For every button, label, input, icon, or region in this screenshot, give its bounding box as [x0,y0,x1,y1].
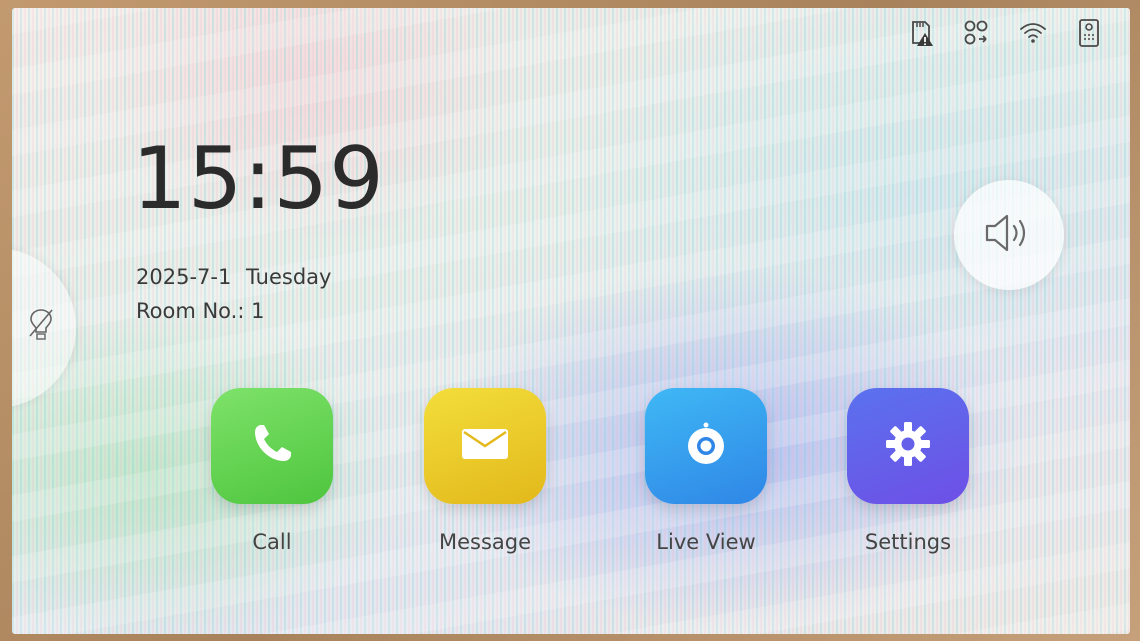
app-grid: Call Message Live View Settings [12,388,1130,588]
message-app[interactable]: Message [405,388,565,554]
envelope-icon [459,424,511,468]
live-view-app[interactable]: Live View [626,388,786,554]
call-app-tile[interactable] [211,388,333,504]
live-view-app-tile[interactable] [645,388,767,504]
call-app[interactable]: Call [192,388,352,554]
do-not-disturb-icon[interactable] [26,306,56,342]
date-text: 2025-7-1 [136,265,232,289]
message-label: Message [438,530,532,554]
room-number: Room No.: 1 [136,299,265,323]
date-line: 2025-7-1 Tuesday [136,265,339,289]
speaker-icon [981,211,1037,259]
camera-icon [681,419,731,473]
settings-app-tile[interactable] [847,388,969,504]
home-screen: 15:59 2025-7-1 Tuesday Room No.: 1 Call … [12,8,1130,634]
phone-icon [247,419,297,473]
clock-time: 15:59 [132,129,385,229]
wifi-icon[interactable] [1018,18,1048,48]
weekday-text: Tuesday [246,265,332,289]
settings-label: Settings [864,530,952,554]
network-link-icon[interactable] [962,18,992,48]
settings-app[interactable]: Settings [828,388,988,554]
device-frame: 15:59 2025-7-1 Tuesday Room No.: 1 Call … [0,0,1140,641]
live-view-label: Live View [656,530,756,554]
call-label: Call [252,530,292,554]
volume-button[interactable] [954,180,1064,290]
gear-icon [882,418,934,474]
sd-card-warning-icon[interactable] [906,18,936,48]
status-bar [906,18,1104,48]
message-app-tile[interactable] [424,388,546,504]
door-station-icon[interactable] [1074,18,1104,48]
